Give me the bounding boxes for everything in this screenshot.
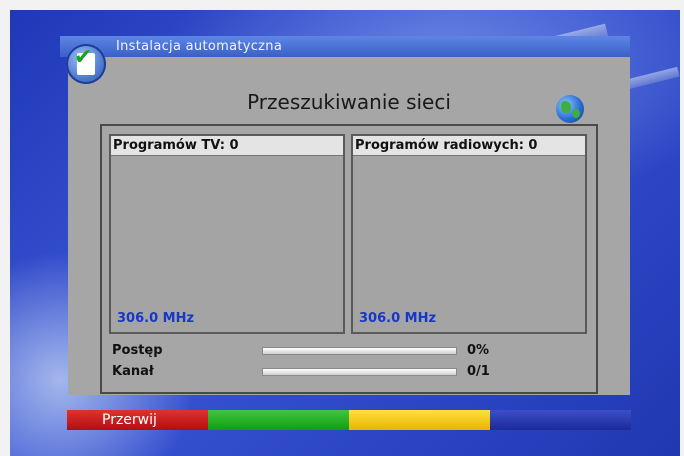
- globe-icon: [556, 95, 584, 123]
- channel-value: 0/1: [467, 364, 490, 379]
- blue-button[interactable]: [490, 410, 631, 430]
- channel-label: Kanał: [112, 364, 154, 379]
- radio-programs-header: Programów radiowych: 0: [353, 136, 585, 156]
- tv-programs-box: Programów TV: 0 306.0 MHz: [109, 134, 345, 334]
- page-title: Przeszukiwanie sieci: [247, 90, 451, 114]
- header-title: Instalacja automatyczna: [116, 39, 283, 54]
- progress-bar: [262, 347, 457, 355]
- tv-programs-header: Programów TV: 0: [111, 136, 343, 156]
- green-button[interactable]: [208, 410, 349, 430]
- progress-label: Postęp: [112, 343, 163, 358]
- abort-button-label: Przerwij: [102, 412, 157, 428]
- progress-value: 0%: [467, 343, 490, 358]
- channel-bar: [262, 368, 457, 376]
- tv-frequency: 306.0 MHz: [117, 311, 195, 326]
- yellow-button[interactable]: [349, 410, 490, 430]
- radio-frequency: 306.0 MHz: [359, 311, 437, 326]
- radio-programs-box: Programów radiowych: 0 306.0 MHz: [351, 134, 587, 334]
- checklist-icon: ✔: [66, 44, 106, 84]
